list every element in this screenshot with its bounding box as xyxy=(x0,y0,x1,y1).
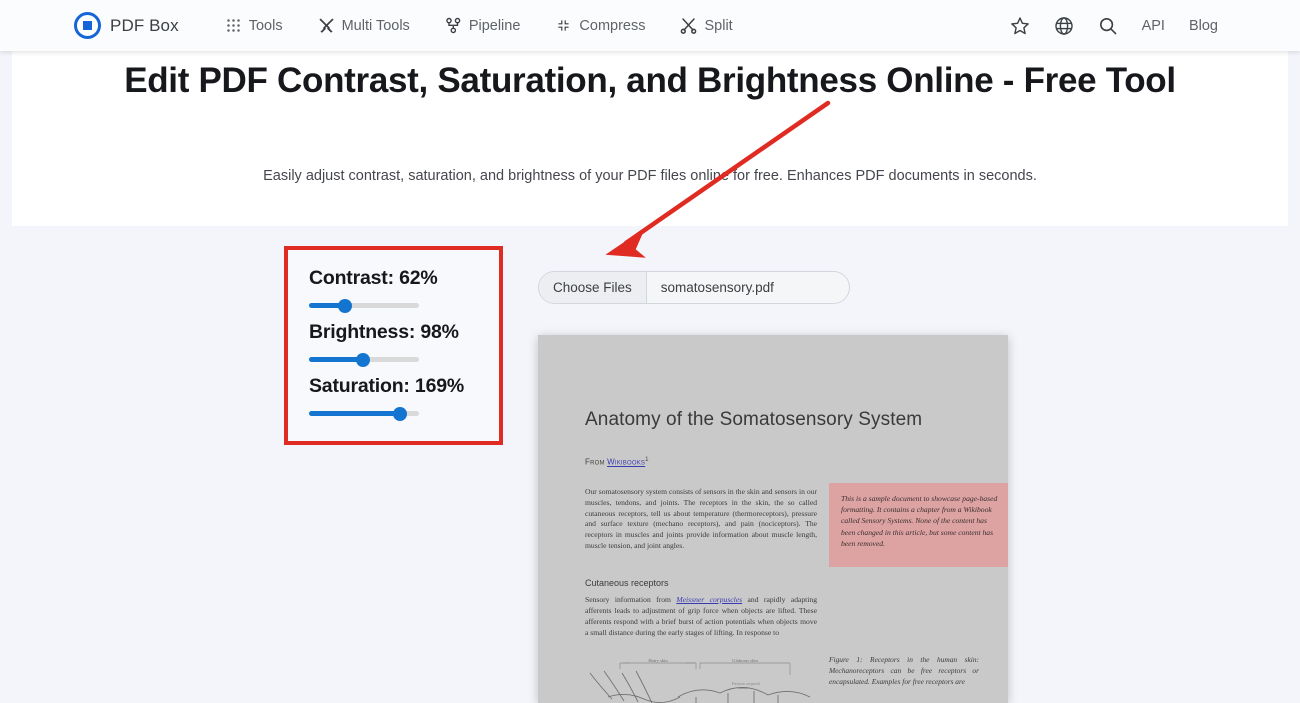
pdf-from-superscript: 1 xyxy=(645,457,649,463)
pdf-preview[interactable]: Anatomy of the Somatosensory System From… xyxy=(538,335,1008,703)
pdf-figure-caption: Figure 1: Receptors in the human skin: M… xyxy=(829,655,979,686)
nav-items: Tools Multi Tools Pipeline Compress Spli… xyxy=(225,17,733,34)
page-title: Edit PDF Contrast, Saturation, and Brigh… xyxy=(124,61,1176,100)
brightness-slider[interactable] xyxy=(309,352,419,367)
nav-label-split: Split xyxy=(704,17,733,34)
contrast-slider[interactable] xyxy=(309,298,419,313)
pdf-callout-box: This is a sample document to showcase pa… xyxy=(829,483,1008,567)
nav-item-multi-tools[interactable]: Multi Tools xyxy=(318,17,410,34)
brightness-slider-thumb[interactable] xyxy=(355,352,370,367)
nav-item-split[interactable]: Split xyxy=(680,17,733,34)
pdf-paragraph-2-pre: Sensory information from xyxy=(585,595,677,604)
search-icon[interactable] xyxy=(1098,16,1118,36)
tools-hammer-wrench-icon xyxy=(318,17,335,34)
adjustment-controls-panel: Contrast: 62% Brightness: 98% Saturation… xyxy=(284,246,503,445)
nav-item-compress[interactable]: Compress xyxy=(555,17,645,34)
nav-link-api[interactable]: API xyxy=(1142,18,1165,34)
nav-right-group: API Blog xyxy=(1010,16,1218,36)
svg-text:Hairy skin: Hairy skin xyxy=(648,658,668,663)
saturation-slider[interactable] xyxy=(309,406,419,421)
compress-arrows-icon xyxy=(555,17,572,34)
page-root: PDF Box Tools Multi Tools Pipeline Compr… xyxy=(0,0,1300,703)
pdf-from-prefix: From xyxy=(585,457,608,467)
contrast-slider-thumb[interactable] xyxy=(338,298,353,313)
brightness-slider-fill xyxy=(309,357,363,362)
file-upload-input[interactable]: Choose Files somatosensory.pdf xyxy=(538,271,850,304)
brand-logo[interactable]: PDF Box xyxy=(74,12,179,39)
contrast-label: Contrast: 62% xyxy=(309,267,438,289)
hero-section: Edit PDF Contrast, Saturation, and Brigh… xyxy=(12,51,1288,226)
pdf-source-line: From Wikibooks1 xyxy=(585,457,649,467)
saturation-slider-fill xyxy=(309,411,401,416)
pdf-doc-title: Anatomy of the Somatosensory System xyxy=(585,409,923,430)
svg-text:Glabrous skin: Glabrous skin xyxy=(732,658,758,663)
meissner-corpuscles-link[interactable]: Meissner corpuscles xyxy=(676,595,742,604)
wikibooks-link[interactable]: Wikibooks xyxy=(607,458,645,467)
svg-text:Pacinian corpuscle: Pacinian corpuscle xyxy=(732,682,761,686)
nav-label-tools: Tools xyxy=(248,17,283,34)
globe-icon[interactable] xyxy=(1054,16,1074,36)
saturation-slider-thumb[interactable] xyxy=(393,406,408,421)
choose-files-button[interactable]: Choose Files xyxy=(539,272,647,303)
pipeline-nodes-icon xyxy=(445,17,462,34)
nav-item-tools[interactable]: Tools xyxy=(225,17,283,34)
star-icon[interactable] xyxy=(1010,16,1030,36)
nav-link-blog[interactable]: Blog xyxy=(1189,18,1218,34)
pdf-callout-text: This is a sample document to showcase pa… xyxy=(841,494,998,548)
brand-name: PDF Box xyxy=(110,15,179,35)
grid-dots-icon xyxy=(225,17,242,34)
saturation-label: Saturation: 169% xyxy=(309,375,465,397)
nav-label-pipeline: Pipeline xyxy=(468,17,521,34)
top-navbar: PDF Box Tools Multi Tools Pipeline Compr… xyxy=(0,0,1300,51)
selected-file-name: somatosensory.pdf xyxy=(660,280,774,295)
pdf-paragraph-2: Sensory information from Meissner corpus… xyxy=(585,595,817,639)
scissors-icon xyxy=(680,17,697,34)
pdf-skin-diagram: Hairy skin Glabrous skin Pacinian corpus… xyxy=(578,653,822,703)
brightness-label: Brightness: 98% xyxy=(309,321,459,343)
nav-label-compress: Compress xyxy=(579,17,646,34)
pdf-paragraph-1: Our somatosensory system consists of sen… xyxy=(585,487,817,550)
pdf-box-logo-icon xyxy=(74,12,101,39)
nav-item-pipeline[interactable]: Pipeline xyxy=(445,17,521,34)
page-subtitle: Easily adjust contrast, saturation, and … xyxy=(263,168,1037,184)
nav-label-multi-tools: Multi Tools xyxy=(341,17,410,34)
pdf-heading-cutaneous-receptors: Cutaneous receptors xyxy=(585,578,669,588)
